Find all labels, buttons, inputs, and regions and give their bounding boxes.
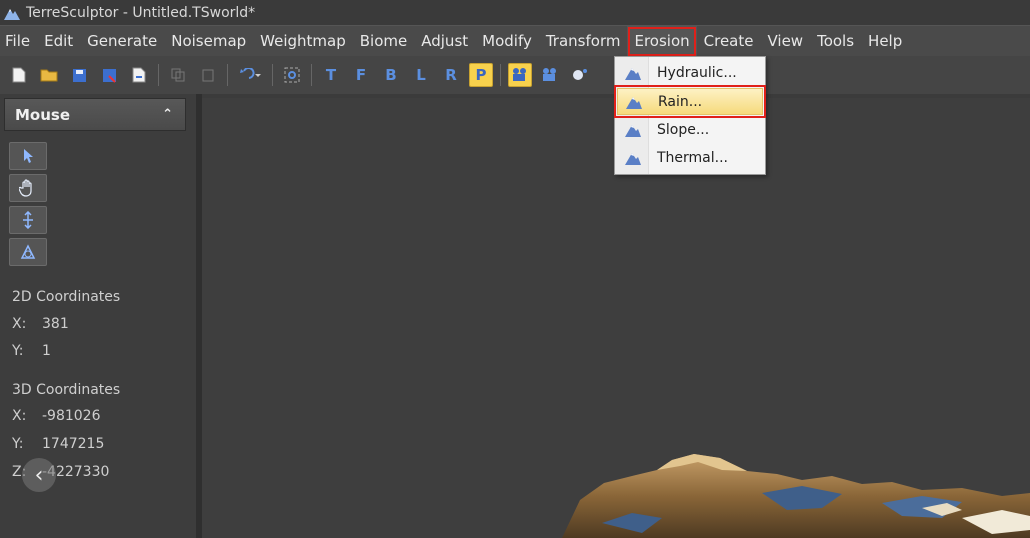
menu-item-hydraulic[interactable]: Hydraulic... — [617, 59, 763, 86]
coords-3d-heading: 3D Coordinates — [12, 382, 121, 398]
save-icon[interactable] — [67, 63, 91, 87]
menu-noisemap[interactable]: Noisemap — [164, 26, 253, 57]
zoom-arrows-icon — [23, 211, 33, 229]
coord-value: -981026 — [42, 408, 101, 424]
menu-modify[interactable]: Modify — [475, 26, 539, 57]
export-icon[interactable] — [127, 63, 151, 87]
render-settings-icon[interactable] — [568, 63, 592, 87]
zoom-tool[interactable] — [9, 206, 47, 234]
window-title: TerreSculptor - Untitled.TSworld* — [26, 4, 256, 21]
rotate-icon — [20, 244, 36, 259]
menu-bar: File Edit Generate Noisemap Weightmap Bi… — [0, 25, 1030, 57]
menu-item-rain[interactable]: Rain... — [614, 85, 766, 118]
select-arrow-tool[interactable] — [9, 142, 47, 170]
coords-2d-x: X: 381 — [12, 316, 69, 332]
menu-item-label: Rain... — [658, 93, 703, 110]
collapse-chevron-icon[interactable]: ⌃ — [162, 107, 173, 122]
coord-value: 1747215 — [42, 436, 105, 452]
panel-title: Mouse — [15, 105, 71, 124]
menu-erosion[interactable]: Erosion — [627, 25, 697, 57]
zoom-extents-icon[interactable] — [280, 63, 304, 87]
view-back-button[interactable]: B — [379, 63, 403, 87]
view-right-button[interactable]: R — [439, 63, 463, 87]
menu-adjust[interactable]: Adjust — [414, 26, 475, 57]
back-arrow-button[interactable]: ‹ — [22, 458, 56, 492]
toolbar-separator — [311, 64, 312, 86]
menu-biome[interactable]: Biome — [353, 26, 414, 57]
pan-hand-tool[interactable] — [9, 174, 47, 202]
menu-item-thermal[interactable]: Thermal... — [617, 144, 763, 171]
toolbar-separator — [158, 64, 159, 86]
toolbar-separator — [272, 64, 273, 86]
new-file-icon[interactable] — [7, 63, 31, 87]
menu-item-label: Thermal... — [657, 149, 729, 166]
undo-icon[interactable] — [235, 63, 265, 87]
toolbar-separator — [500, 64, 501, 86]
erosion-icon — [625, 152, 641, 165]
camera-icon[interactable] — [508, 63, 532, 87]
erosion-icon — [625, 67, 641, 80]
menu-item-slope[interactable]: Slope... — [617, 116, 763, 143]
coords-2d-heading: 2D Coordinates — [12, 289, 121, 305]
menu-file[interactable]: File — [0, 26, 37, 57]
menu-edit[interactable]: Edit — [37, 26, 80, 57]
view-left-button[interactable]: L — [409, 63, 433, 87]
open-folder-icon[interactable] — [37, 63, 61, 87]
chevron-left-icon: ‹ — [34, 462, 44, 488]
coord-label: Y: — [12, 343, 24, 359]
coord-label: X: — [12, 316, 27, 332]
erosion-icon — [625, 124, 641, 137]
menu-generate[interactable]: Generate — [80, 26, 164, 57]
erosion-dropdown-menu: Hydraulic... Rain... Slope... Thermal... — [614, 56, 766, 175]
view-perspective-button[interactable]: P — [469, 63, 493, 87]
coords-3d-y: Y: 1747215 — [12, 436, 104, 452]
camera-alt-icon[interactable] — [538, 63, 562, 87]
view-front-button[interactable]: F — [349, 63, 373, 87]
menu-view[interactable]: View — [760, 26, 810, 57]
mouse-panel: Mouse ⌃ 2D Coordinates X: 381 Y: 1 3D Co… — [0, 94, 196, 538]
menu-item-label: Hydraulic... — [657, 64, 737, 81]
toolbar: T F B L R P — [0, 56, 1030, 94]
app-logo-icon — [4, 8, 20, 20]
coord-value: 381 — [42, 316, 69, 332]
menu-tools[interactable]: Tools — [810, 26, 861, 57]
paste-icon[interactable] — [196, 63, 220, 87]
coord-value: 1 — [42, 343, 51, 359]
menu-create[interactable]: Create — [697, 26, 761, 57]
title-bar: TerreSculptor - Untitled.TSworld* — [0, 0, 1030, 25]
coords-3d-x: X: -981026 — [12, 408, 101, 424]
menu-item-label: Slope... — [657, 121, 710, 138]
view-top-button[interactable]: T — [319, 63, 343, 87]
copy-icon[interactable] — [166, 63, 190, 87]
save-as-icon[interactable] — [97, 63, 121, 87]
rotate-tool[interactable] — [9, 238, 47, 266]
erosion-icon — [626, 96, 642, 109]
pointer-icon — [24, 149, 33, 163]
toolbar-separator — [227, 64, 228, 86]
mouse-panel-header[interactable]: Mouse ⌃ — [4, 98, 186, 131]
menu-weightmap[interactable]: Weightmap — [253, 26, 353, 57]
menu-help[interactable]: Help — [861, 26, 909, 57]
coord-label: X: — [12, 408, 27, 424]
menu-transform[interactable]: Transform — [539, 26, 628, 57]
hand-icon — [19, 179, 32, 197]
coords-2d-y: Y: 1 — [12, 343, 51, 359]
coord-label: Y: — [12, 436, 24, 452]
